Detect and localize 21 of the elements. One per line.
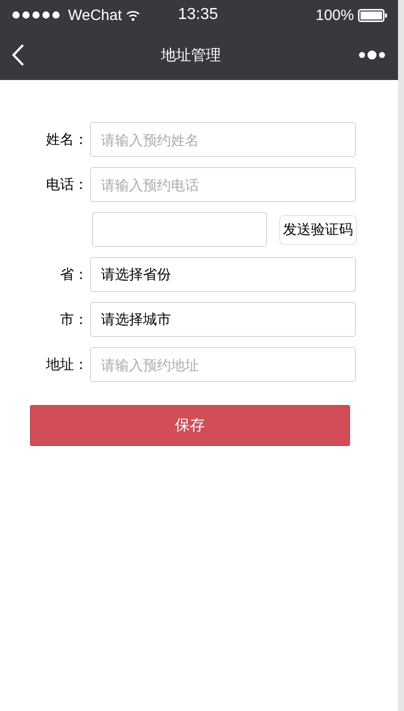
send-code-button[interactable]: 发送验证码: [279, 214, 357, 244]
select-field[interactable]: 请选择城市: [90, 302, 356, 337]
select-field[interactable]: 请选择省份: [90, 257, 356, 292]
carrier-name: WeChat: [68, 6, 122, 24]
back-icon[interactable]: [12, 44, 24, 66]
code-input-field[interactable]: [92, 212, 267, 247]
field-label: 电话：: [45, 176, 89, 194]
more-icon[interactable]: [358, 50, 386, 60]
input-field[interactable]: 请输入预约电话: [90, 167, 356, 202]
page-title: 地址管理: [161, 46, 221, 64]
field-label: 省：: [59, 266, 89, 284]
save-button[interactable]: 保存: [30, 405, 350, 446]
field-label: 市：: [59, 310, 89, 328]
wifi-icon: [126, 10, 140, 20]
clock-time: 13:35: [178, 6, 218, 24]
battery-percent: 100%: [316, 6, 354, 24]
field-label: 地址：: [45, 356, 89, 374]
battery-icon: [358, 8, 388, 22]
field-label: 姓名：: [45, 130, 89, 148]
input-field[interactable]: 请输入预约姓名: [90, 122, 356, 157]
input-field[interactable]: 请输入预约地址: [90, 347, 356, 382]
